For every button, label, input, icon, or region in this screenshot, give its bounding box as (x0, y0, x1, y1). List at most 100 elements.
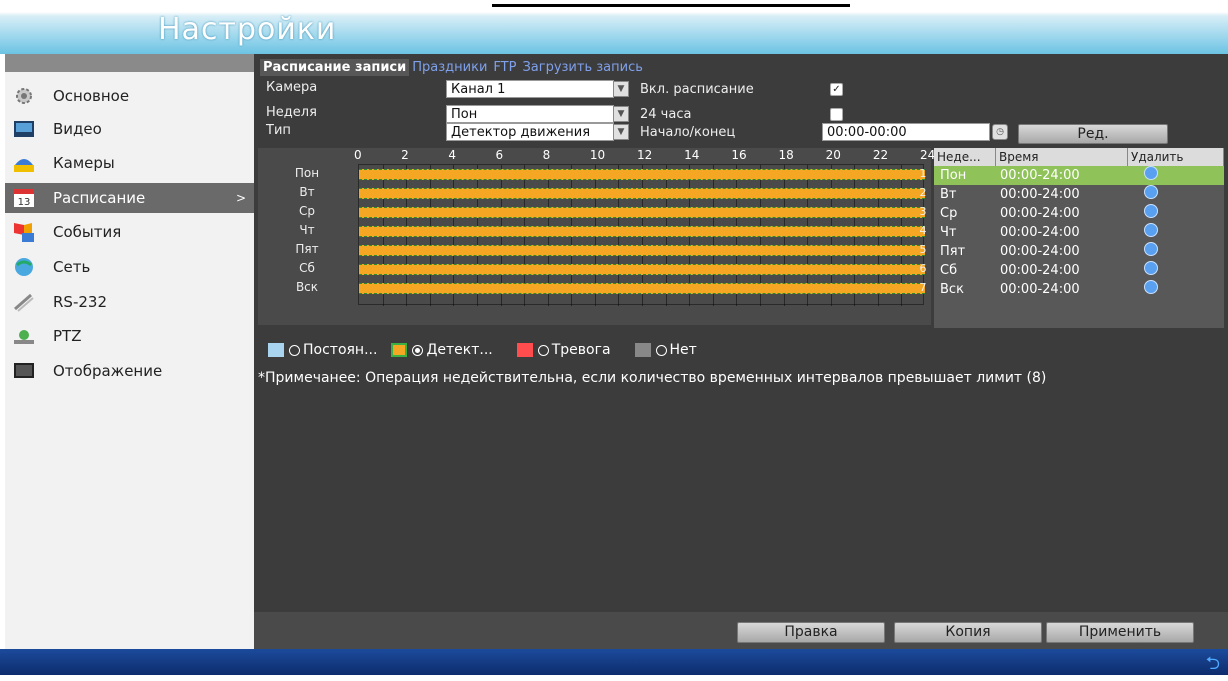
sidebar-item-network[interactable]: Сеть (5, 252, 254, 282)
row-day: Сб (940, 263, 958, 278)
trash-icon[interactable] (1144, 223, 1158, 237)
table-row[interactable]: Вт 00:00-24:00 (934, 185, 1224, 204)
edit-time-button[interactable]: Ред. (1018, 124, 1168, 144)
table-row[interactable]: Пон 00:00-24:00 (934, 166, 1224, 185)
rs232-icon (11, 291, 37, 313)
table-row[interactable]: Чт 00:00-24:00 (934, 223, 1224, 242)
legend-motion-label: Детект... (426, 342, 493, 358)
legend-motion-radio[interactable] (412, 344, 424, 356)
hour-tick-label: 0 (354, 148, 362, 162)
legend-none-swatch (634, 343, 651, 357)
hour-tick-label: 20 (825, 148, 841, 162)
row-number: 6 (919, 262, 927, 275)
row-day: Пят (940, 244, 966, 259)
row-day: Вск (940, 282, 964, 297)
row-day: Чт (940, 225, 957, 240)
apply-button[interactable]: Применить (1046, 622, 1194, 643)
sidebar-item-schedule[interactable]: 13 Расписание > (5, 183, 254, 213)
schedule-bar[interactable] (359, 188, 925, 199)
main-panel: Расписание записи Праздники FTP Загрузит… (254, 54, 1228, 649)
tab-holidays[interactable]: Праздники (409, 59, 490, 76)
ptz-icon (11, 325, 37, 347)
hour-tick-label: 24 (920, 148, 936, 162)
sidebar-item-cameras[interactable]: Камеры (5, 148, 254, 178)
week-label: Неделя (266, 105, 317, 120)
sidebar-item-display[interactable]: Отображение (5, 356, 254, 386)
chevron-down-icon[interactable]: ▼ (613, 124, 629, 140)
schedule-bar[interactable] (359, 245, 925, 256)
schedule-bar[interactable] (359, 169, 925, 180)
enable-schedule-checkbox[interactable]: ✓ (830, 83, 843, 96)
edit-button[interactable]: Правка (737, 622, 885, 643)
day-label: Вт (299, 185, 315, 199)
day-label: Пон (294, 166, 320, 180)
legend-alarm-radio[interactable] (537, 344, 549, 356)
row-day: Ср (940, 206, 958, 221)
sidebar-item-rs232[interactable]: RS-232 (5, 287, 254, 317)
schedule-bar[interactable] (359, 207, 925, 218)
bottom-action-bar: Правка Копия Применить (254, 612, 1228, 649)
legend-alarm-label: Тревога (551, 342, 611, 358)
row-time: 00:00-24:00 (1000, 206, 1080, 221)
events-icon (11, 221, 37, 243)
hour-tick-label: 8 (542, 148, 551, 162)
legend-motion-swatch (391, 343, 408, 357)
table-row[interactable]: Ср 00:00-24:00 (934, 204, 1224, 223)
table-row[interactable]: Пят 00:00-24:00 (934, 242, 1224, 261)
sidebar-item-label: PTZ (53, 327, 82, 345)
hour-tick-label: 4 (448, 148, 456, 162)
legend-continuous-radio[interactable] (289, 344, 300, 356)
sidebar-item-basic[interactable]: Основное (5, 81, 254, 111)
top-divider (492, 4, 850, 7)
chevron-down-icon[interactable]: ▼ (613, 81, 629, 97)
type-select[interactable]: Детектор движения (446, 123, 614, 141)
table-header-delete[interactable]: Удалить (1128, 148, 1224, 166)
table-header-time[interactable]: Время (996, 148, 1128, 166)
calendar-icon: 13 (11, 187, 37, 209)
display-icon (11, 360, 37, 382)
chevron-right-icon: > (235, 191, 246, 205)
row-number: 4 (919, 224, 927, 237)
trash-icon[interactable] (1144, 261, 1158, 275)
hour-tick-label: 12 (637, 148, 653, 162)
day-label: Пят (295, 242, 319, 256)
table-header-week[interactable]: Неде... (934, 148, 996, 166)
schedule-bar[interactable] (359, 226, 925, 237)
schedule-grid[interactable] (358, 164, 925, 306)
tab-ftp[interactable]: FTP (490, 59, 519, 76)
tab-record-schedule[interactable]: Расписание записи (260, 59, 410, 76)
sidebar-item-label: Видео (53, 120, 102, 138)
clock-icon[interactable]: ◷ (992, 124, 1008, 140)
camera-label: Камера (266, 80, 318, 95)
sidebar-item-label: Сеть (53, 258, 91, 276)
24h-checkbox[interactable] (830, 108, 843, 121)
tab-bar: Расписание записи Праздники FTP Загрузит… (260, 59, 646, 76)
schedule-bar[interactable] (359, 264, 925, 275)
type-label: Тип (266, 123, 291, 138)
back-arrow-icon[interactable]: ⮌ (1206, 651, 1220, 681)
chevron-down-icon[interactable]: ▼ (613, 106, 629, 122)
legend-none-radio[interactable] (655, 344, 667, 356)
trash-icon[interactable] (1144, 204, 1158, 218)
trash-icon[interactable] (1144, 185, 1158, 199)
sidebar-item-ptz[interactable]: PTZ (5, 321, 254, 351)
trash-icon[interactable] (1144, 166, 1158, 180)
schedule-bar[interactable] (359, 283, 925, 294)
hour-tick-label: 16 (731, 148, 747, 162)
copy-button[interactable]: Копия (894, 622, 1042, 643)
sidebar-item-events[interactable]: События (5, 217, 254, 247)
sidebar-item-label: Камеры (53, 154, 115, 172)
sidebar-item-label: Отображение (53, 362, 163, 380)
day-label: Сб (299, 261, 315, 275)
table-row[interactable]: Вск 00:00-24:00 (934, 280, 1224, 299)
week-select[interactable]: Пон (446, 105, 614, 123)
camera-select[interactable]: Канал 1 (446, 80, 614, 98)
24h-label: 24 часа (640, 107, 692, 122)
start-end-input[interactable]: 00:00-00:00 (822, 123, 990, 141)
table-row[interactable]: Сб 00:00-24:00 (934, 261, 1224, 280)
trash-icon[interactable] (1144, 242, 1158, 256)
tab-upload-record[interactable]: Загрузить запись (519, 59, 645, 76)
sidebar-item-video[interactable]: Видео (5, 114, 254, 144)
day-label: Ср (299, 204, 315, 218)
trash-icon[interactable] (1144, 280, 1158, 294)
